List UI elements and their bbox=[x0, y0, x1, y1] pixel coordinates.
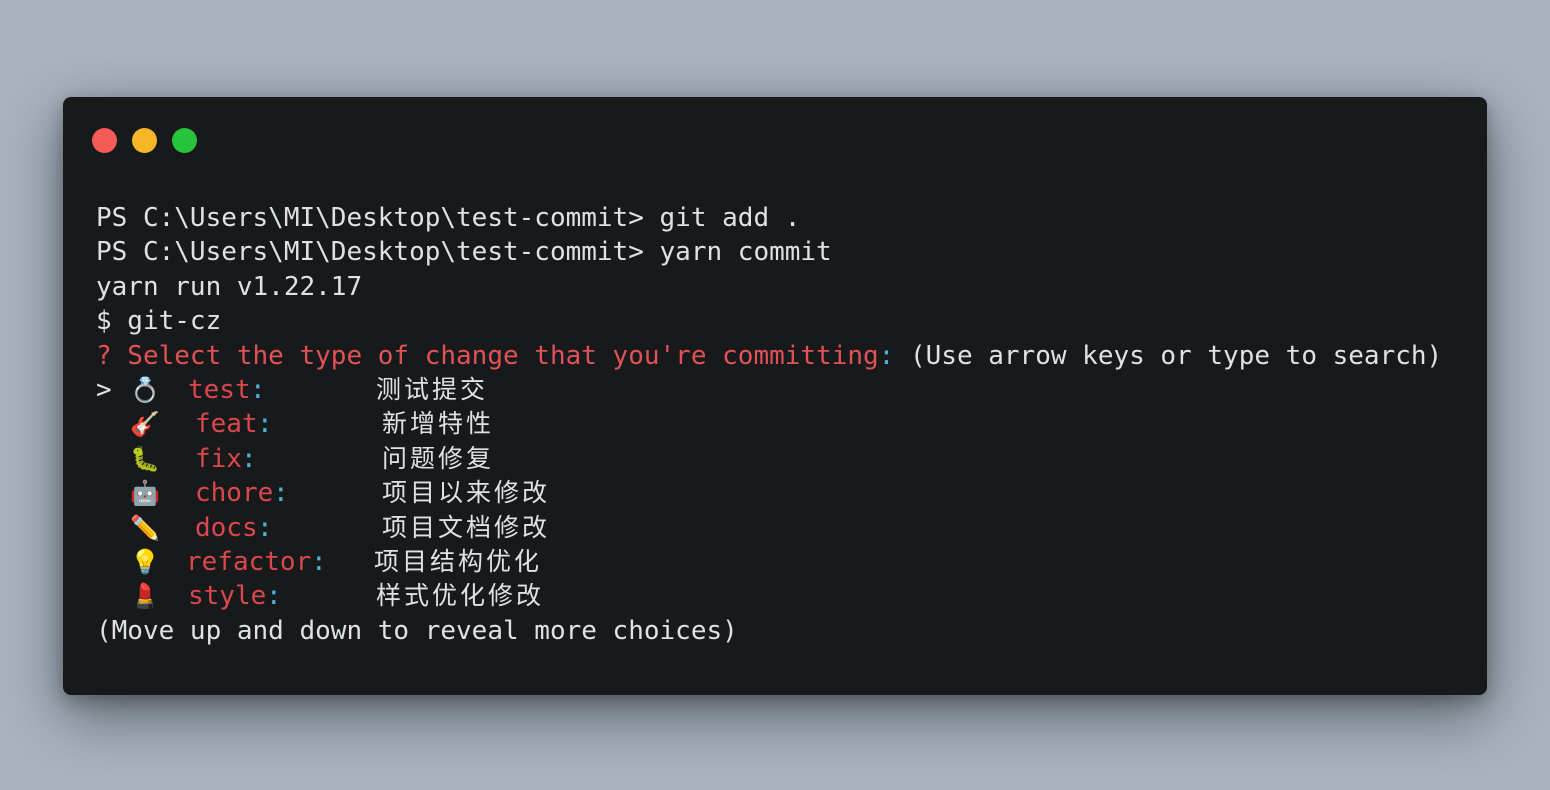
choice-description: 测试提交 bbox=[376, 374, 489, 404]
terminal-line: $ git-cz bbox=[96, 306, 222, 337]
close-button[interactable] bbox=[92, 128, 117, 153]
choice-item-test[interactable]: > 💍 test : 测试提交 bbox=[96, 373, 1476, 407]
choice-colon: : bbox=[311, 546, 327, 577]
minimize-button[interactable] bbox=[132, 128, 157, 153]
bug-icon: 🐛 bbox=[130, 444, 160, 473]
choice-description: 样式优化修改 bbox=[376, 581, 545, 611]
lipstick-icon: 💄 bbox=[130, 582, 160, 611]
question-hint: (Use arrow keys or type to search) bbox=[894, 340, 1443, 371]
lightbulb-icon: 💡 bbox=[130, 547, 160, 576]
choice-colon: : bbox=[266, 581, 282, 612]
ring-icon: 💍 bbox=[130, 375, 160, 404]
choice-type: style bbox=[188, 581, 267, 612]
terminal-line: PS C:\Users\MI\Desktop\test-commit> git … bbox=[96, 203, 801, 233]
choice-description: 项目文档修改 bbox=[382, 512, 551, 542]
choice-type: feat bbox=[195, 409, 258, 440]
choice-colon: : bbox=[257, 512, 273, 543]
terminal-window: PS C:\Users\MI\Desktop\test-commit> git … bbox=[63, 97, 1487, 695]
guitar-icon: 🎸 bbox=[130, 410, 160, 439]
choice-type: chore bbox=[195, 478, 274, 509]
choice-description: 新增特性 bbox=[382, 409, 495, 439]
choice-colon: : bbox=[257, 409, 273, 440]
choice-type: test bbox=[188, 374, 251, 405]
terminal-output[interactable]: PS C:\Users\MI\Desktop\test-commit> git … bbox=[96, 201, 1476, 648]
choice-description: 项目结构优化 bbox=[374, 546, 543, 576]
choice-item-chore[interactable]: 🤖 chore : 项目以来修改 bbox=[96, 476, 1476, 510]
choice-type: refactor bbox=[186, 546, 312, 577]
question-colon: : bbox=[878, 340, 895, 371]
choice-item-fix[interactable]: 🐛 fix : 问题修复 bbox=[96, 442, 1476, 476]
choice-item-feat[interactable]: 🎸 feat : 新增特性 bbox=[96, 407, 1476, 441]
choice-type: fix bbox=[195, 443, 242, 474]
choice-description: 项目以来修改 bbox=[382, 478, 551, 508]
terminal-line: PS C:\Users\MI\Desktop\test-commit> yarn… bbox=[96, 237, 832, 268]
choice-colon: : bbox=[250, 374, 266, 405]
choice-colon: : bbox=[273, 478, 289, 509]
question-text: ? Select the type of change that you're … bbox=[96, 340, 879, 371]
choice-type: docs bbox=[195, 512, 258, 543]
choice-item-refactor[interactable]: 💡 refactor : 项目结构优化 bbox=[96, 545, 1476, 579]
pencil-icon: ✏️ bbox=[130, 513, 160, 542]
prompt-question: ? Select the type of change that you're … bbox=[96, 339, 1476, 373]
maximize-button[interactable] bbox=[172, 128, 197, 153]
choices-footer-hint: (Move up and down to reveal more choices… bbox=[96, 615, 738, 646]
robot-icon: 🤖 bbox=[130, 479, 160, 508]
choice-item-style[interactable]: 💄 style : 样式优化修改 bbox=[96, 579, 1476, 613]
choice-description: 问题修复 bbox=[382, 443, 495, 473]
terminal-line: yarn run v1.22.17 bbox=[96, 271, 363, 302]
choice-colon: : bbox=[241, 443, 257, 474]
selection-pointer: > bbox=[96, 374, 112, 405]
choice-item-docs[interactable]: ✏️ docs : 项目文档修改 bbox=[96, 511, 1476, 545]
